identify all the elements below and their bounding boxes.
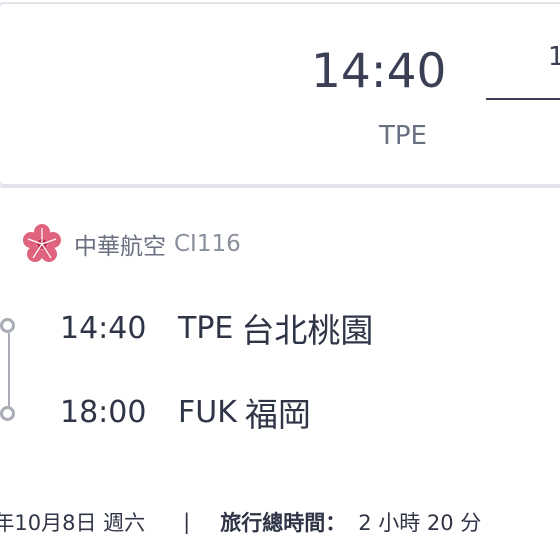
total-duration-label: 旅行總時間：	[220, 511, 347, 535]
airline-row: 中華航空 CI116	[20, 222, 241, 266]
arrival-city: 福岡	[244, 395, 311, 434]
info-separator: |	[183, 510, 191, 534]
flight-number: CI116	[174, 231, 241, 257]
arrival-airport-code: FUK	[178, 394, 237, 430]
trip-info-row: 2年10月8日 週六 | 旅行總時間： 2 小時 20 分	[0, 506, 481, 538]
departure-time: 14:40	[60, 310, 147, 346]
arrive-dot-icon	[0, 406, 15, 421]
flight-details-page: 14:40 TPE 1 中華航空 CI116 14:40 TPE 台北桃園 18…	[0, 0, 560, 560]
departure-stop: 14:40 TPE 台北桃園	[60, 308, 373, 351]
departure-airport-code: TPE	[178, 310, 234, 346]
plum-blossom-icon	[23, 224, 61, 262]
arrival-time: 18:00	[60, 394, 147, 430]
route-line	[486, 98, 560, 100]
section-divider	[0, 186, 560, 188]
total-duration-value: 2 小時 20 分	[358, 511, 482, 535]
summary-depart-airport-code: TPE	[379, 121, 427, 151]
flight-summary-card[interactable]: 14:40 TPE 1	[0, 2, 560, 186]
summary-arrive-time-partial: 1	[548, 42, 560, 72]
summary-depart-time: 14:40	[311, 44, 447, 99]
depart-dot-icon	[0, 318, 15, 333]
departure-city: 台北桃園	[241, 311, 374, 350]
travel-date: 2年10月8日 週六	[0, 511, 146, 535]
stop-timeline	[0, 312, 20, 422]
timeline-connector	[8, 333, 10, 411]
arrival-stop: 18:00 FUK 福岡	[60, 392, 311, 435]
airline-name: 中華航空	[74, 234, 166, 260]
